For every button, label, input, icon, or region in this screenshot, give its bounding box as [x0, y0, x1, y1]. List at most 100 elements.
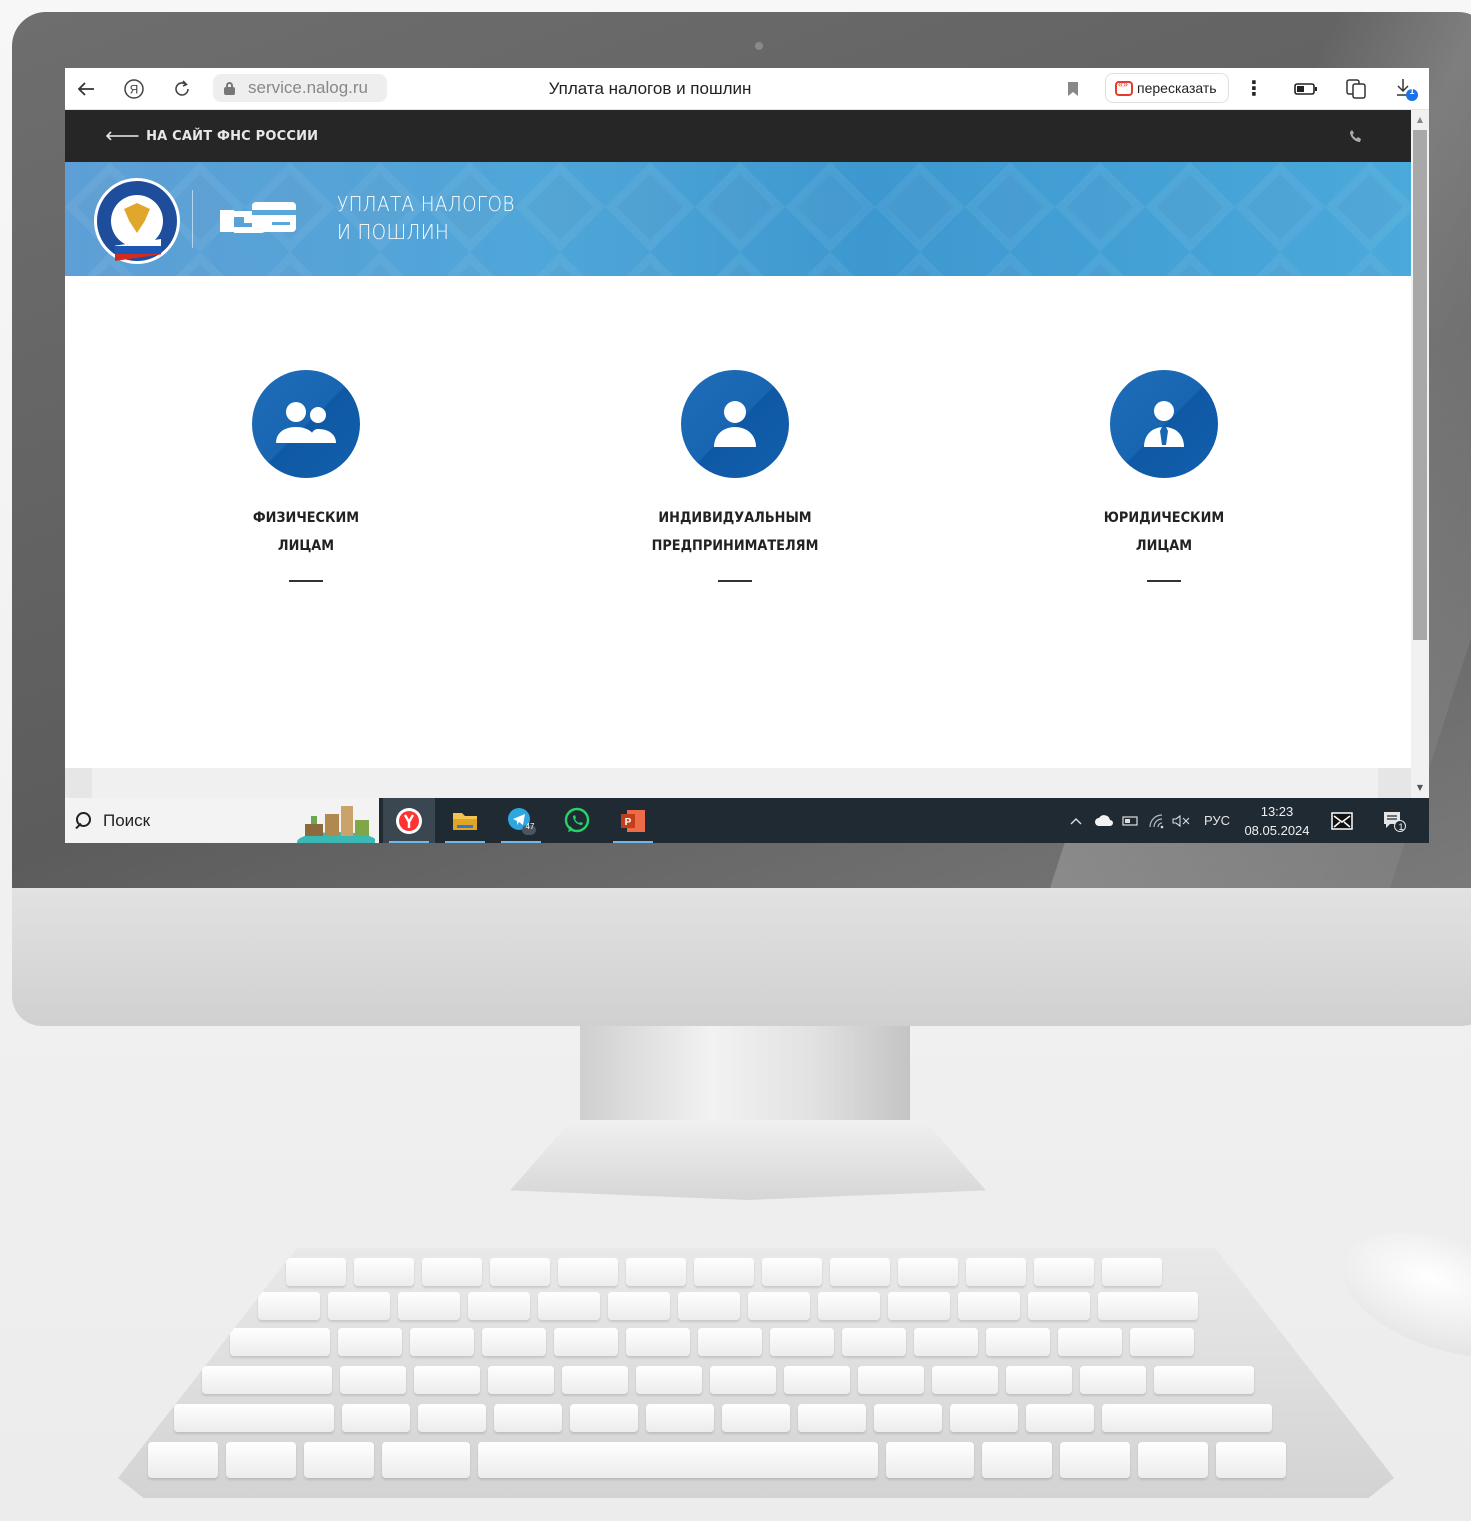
active-indicator: [501, 841, 541, 843]
monitor-stand-base: [510, 1120, 986, 1200]
retell-button[interactable]: пересказать: [1105, 73, 1229, 103]
keyboard-row: [148, 1442, 1286, 1478]
action-center-icon[interactable]: 1: [1377, 798, 1411, 843]
telegram-icon: [508, 807, 536, 835]
taskbar-whatsapp[interactable]: [551, 798, 603, 843]
bookmark-icon[interactable]: [1061, 68, 1085, 110]
scroll-up-arrow-icon[interactable]: ▲: [1411, 112, 1429, 126]
category-label: ИНДИВИДУАЛЬНЫМ ПРЕДПРИНИМАТЕЛЯМ: [634, 504, 836, 560]
banner-divider: [192, 190, 193, 248]
svg-text:P: P: [625, 817, 632, 828]
yandex-browser-icon: [396, 807, 422, 834]
banner-title-line1: УПЛАТА НАЛОГОВ: [337, 192, 515, 216]
volume-muted-icon[interactable]: [1169, 798, 1193, 843]
user-icon: [714, 401, 756, 447]
keyboard-row: [174, 1404, 1272, 1432]
scroll-thumb[interactable]: [1413, 130, 1427, 640]
mouse: [1326, 1208, 1471, 1382]
taskbar-search-placeholder: Поиск: [103, 810, 151, 830]
category-sole-proprietors[interactable]: ИНДИВИДУАЛЬНЫМ ПРЕДПРИНИМАТЕЛЯМ: [625, 370, 845, 582]
category-label-line1: ФИЗИЧЕСКИМ: [252, 510, 360, 526]
category-label-line1: ИНДИВИДУАЛЬНЫМ: [658, 510, 812, 526]
category-icon-circle: [252, 370, 360, 478]
scroll-down-arrow-icon[interactable]: ▼: [1411, 780, 1429, 794]
category-underline: [1147, 580, 1181, 582]
taskbar-powerpoint[interactable]: P: [607, 798, 659, 843]
keyboard-row: [258, 1292, 1198, 1320]
onedrive-cloud-icon[interactable]: [1091, 798, 1117, 843]
banner-title-line2: И ПОШЛИН: [337, 220, 450, 244]
taskbar-clock[interactable]: 13:23 08.05.2024: [1237, 802, 1317, 840]
search-highlight-illustration: [297, 806, 375, 843]
browser-toolbar: Я service.nalog.ru Уплата налогов и пошл…: [65, 68, 1429, 110]
retell-label: пересказать: [1137, 80, 1217, 96]
category-legal-entities[interactable]: ЮРИДИЧЕСКИМ ЛИЦАМ: [1054, 370, 1274, 582]
fns-emblem-logo[interactable]: [94, 178, 180, 264]
category-label: ФИЗИЧЕСКИМ ЛИЦАМ: [205, 504, 407, 560]
clock-time: 13:23: [1260, 804, 1294, 819]
lock-icon: [224, 81, 235, 95]
active-indicator: [389, 841, 429, 843]
category-icon-circle: [1110, 370, 1218, 478]
telegram-badge: 47: [525, 822, 535, 831]
battery-icon: [1291, 68, 1321, 110]
taskbar-yandex-browser[interactable]: [383, 798, 435, 843]
scene: Я service.nalog.ru Уплата налогов и пошл…: [0, 0, 1471, 1521]
mail-notification-icon[interactable]: [1327, 798, 1357, 843]
keyboard-row: [286, 1258, 1162, 1286]
powerpoint-icon: P: [621, 809, 645, 832]
download-badge: 1: [1409, 86, 1415, 96]
wifi-icon[interactable]: [1145, 798, 1169, 843]
eagle-icon: [124, 203, 150, 233]
category-label-line2: ЛИЦАМ: [277, 538, 335, 554]
user-tie-icon: [1144, 401, 1184, 447]
taskbar-file-explorer[interactable]: [439, 798, 491, 843]
downloads-icon[interactable]: 1: [1391, 68, 1423, 110]
active-indicator: [613, 841, 653, 843]
back-to-fns-link[interactable]: 🡐 НА САЙТ ФНС РОССИИ: [105, 110, 318, 162]
banner-title: УПЛАТА НАЛОГОВ И ПОШЛИН: [337, 190, 515, 246]
card-payment-icon: [220, 194, 300, 248]
monitor-stand: [580, 1026, 910, 1136]
taskbar-telegram[interactable]: 47: [495, 798, 547, 843]
tray-battery-icon[interactable]: [1119, 798, 1143, 843]
category-label-line1: ЮРИДИЧЕСКИМ: [1103, 510, 1225, 526]
whatsapp-icon: [564, 807, 590, 832]
site-banner: УПЛАТА НАЛОГОВ И ПОШЛИН: [65, 162, 1411, 276]
tab-title: Уплата налогов и пошлин: [548, 79, 752, 98]
translate-icon[interactable]: [1341, 68, 1371, 110]
address-bar[interactable]: service.nalog.ru: [213, 74, 387, 102]
site-topbar: 🡐 НА САЙТ ФНС РОССИИ: [65, 110, 1411, 162]
menu-dots-icon[interactable]: ⋮: [1239, 73, 1269, 103]
category-underline: [718, 580, 752, 582]
taskbar-search-box[interactable]: Поиск: [65, 798, 379, 843]
windows-taskbar: Поиск 47 P РУС 13:23 08.05.2024 1: [65, 798, 1429, 843]
monitor-chin: [12, 888, 1471, 1026]
arrow-left-icon: 🡐: [105, 129, 141, 144]
emblem-center: [111, 195, 163, 247]
language-indicator[interactable]: РУС: [1197, 798, 1237, 843]
url-text: service.nalog.ru: [248, 78, 369, 97]
category-label-line2: ЛИЦАМ: [1135, 538, 1193, 554]
category-label-line2: ПРЕДПРИНИМАТЕЛЯМ: [651, 538, 819, 554]
active-indicator: [445, 841, 485, 843]
users-icon: [276, 402, 336, 443]
svg-text:Я: Я: [130, 83, 139, 97]
back-arrow-icon[interactable]: [73, 68, 99, 110]
category-icon-circle: [681, 370, 789, 478]
folder-icon: [453, 812, 477, 830]
screen: Я service.nalog.ru Уплата налогов и пошл…: [65, 68, 1429, 843]
retell-icon: [1115, 79, 1133, 96]
clock-date: 08.05.2024: [1244, 823, 1310, 838]
vertical-scrollbar[interactable]: ▲ ▼: [1411, 110, 1429, 798]
category-underline: [289, 580, 323, 582]
back-link-label: НА САЙТ ФНС РОССИИ: [146, 128, 319, 144]
tray-chevron-up-icon[interactable]: [1065, 798, 1087, 843]
keyboard-row: [230, 1328, 1194, 1356]
horizontal-scroll-thumb[interactable]: [92, 768, 1378, 798]
reload-icon[interactable]: [169, 68, 195, 110]
yandex-home-icon[interactable]: Я: [121, 68, 147, 110]
phone-icon[interactable]: [1346, 126, 1366, 146]
horizontal-scrollbar[interactable]: [65, 768, 1411, 798]
category-individuals[interactable]: ФИЗИЧЕСКИМ ЛИЦАМ: [196, 370, 416, 582]
